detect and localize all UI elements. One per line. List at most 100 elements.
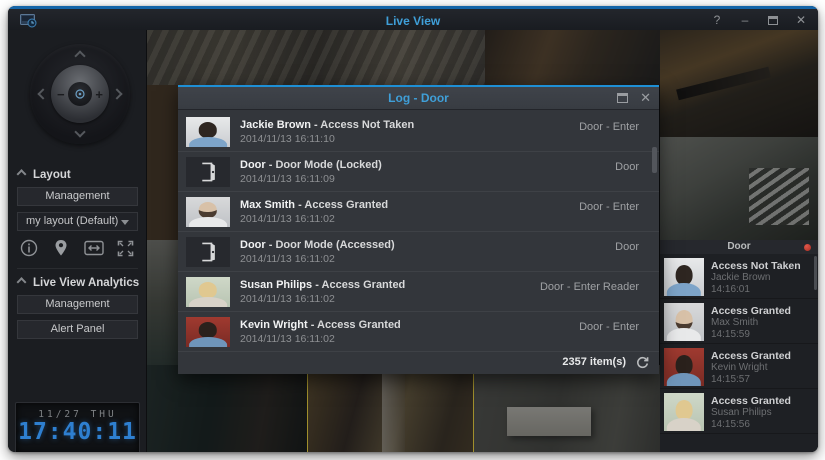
title-bar: Live View ? – ✕	[8, 6, 818, 30]
window-title: Live View	[8, 14, 818, 28]
log-location: Door	[615, 161, 639, 173]
layout-select-value: my layout (Default)	[26, 215, 118, 227]
door-thumb	[186, 237, 230, 267]
video-dim-overlay	[147, 240, 178, 365]
camera-tile-mall[interactable]	[147, 365, 307, 452]
log-name: Jackie Brown	[240, 119, 311, 131]
log-event: Door Mode (Locked)	[275, 159, 381, 171]
zoom-in-icon[interactable]: +	[95, 87, 103, 102]
close-button[interactable]: ✕	[794, 13, 808, 28]
location-pin-icon	[53, 239, 69, 257]
log-name: Door	[240, 239, 266, 251]
camera-tile-plaza[interactable]	[660, 137, 818, 240]
video-dim-overlay	[147, 30, 485, 85]
camera-tile-warehouse[interactable]	[474, 365, 660, 452]
digital-clock: 11/27 THU 17:40:11	[15, 402, 140, 452]
camera-tile-corridor[interactable]	[147, 85, 178, 240]
layout-management-button[interactable]: Management	[17, 187, 138, 206]
log-timestamp: 2014/11/13 16:11:10	[240, 132, 414, 146]
door-event-person: Susan Philips	[711, 407, 791, 419]
door-event-time: 14:16:01	[711, 284, 801, 296]
log-location: Door - Enter	[579, 321, 639, 333]
chevron-down-icon	[121, 220, 129, 225]
door-event-title: Access Granted	[711, 395, 791, 407]
record-dot-icon	[804, 244, 811, 251]
maximize-button[interactable]	[766, 13, 780, 28]
ptz-down-icon[interactable]	[74, 126, 85, 137]
dialog-title: Log - Door	[178, 87, 659, 109]
door-event-time: 14:15:56	[711, 419, 791, 431]
collapse-chevron-icon	[17, 169, 27, 179]
sequence-arrows-icon	[84, 240, 104, 256]
zoom-out-icon[interactable]: −	[57, 87, 65, 102]
door-event-item[interactable]: Access Granted Max Smith 14:15:59	[660, 299, 818, 344]
log-row[interactable]: Max Smith - Access Granted 2014/11/13 16…	[178, 192, 659, 232]
ptz-target-icon	[74, 88, 86, 100]
person-photo-thumb	[664, 348, 704, 386]
osd-info-button[interactable]	[17, 236, 41, 260]
door-event-time: 14:15:57	[711, 374, 791, 386]
person-photo-thumb	[664, 258, 704, 296]
door-event-title: Access Granted	[711, 305, 791, 317]
door-event-title: Access Not Taken	[711, 260, 801, 272]
map-location-button[interactable]	[49, 236, 73, 260]
minimize-button[interactable]: –	[738, 13, 752, 28]
ptz-control-pad[interactable]: − +	[30, 44, 130, 144]
sidebar-divider	[17, 268, 138, 269]
fullscreen-button[interactable]	[114, 236, 138, 260]
dialog-maximize-icon[interactable]	[617, 93, 628, 103]
log-row[interactable]: Door - Door Mode (Accessed) 2014/11/13 1…	[178, 232, 659, 272]
ptz-home-button[interactable]	[68, 82, 92, 106]
refresh-icon[interactable]	[636, 356, 649, 369]
log-event: Access Not Taken	[320, 119, 414, 131]
dialog-header[interactable]: Log - Door ✕	[178, 87, 659, 110]
layout-section-header[interactable]: Layout	[18, 169, 71, 181]
ptz-right-icon[interactable]	[111, 88, 122, 99]
person-photo-thumb	[186, 277, 230, 307]
sequence-button[interactable]	[82, 236, 106, 260]
clock-time: 17:40:11	[16, 420, 139, 444]
dialog-close-icon[interactable]: ✕	[640, 91, 651, 104]
log-timestamp: 2014/11/13 16:11:02	[240, 292, 405, 306]
log-separator: -	[308, 319, 317, 331]
log-row[interactable]: Susan Philips - Access Granted 2014/11/1…	[178, 272, 659, 312]
analytics-management-button[interactable]: Management	[17, 295, 138, 314]
log-event: Access Granted	[317, 319, 401, 331]
analytics-section-header[interactable]: Live View Analytics	[18, 277, 139, 289]
help-button[interactable]: ?	[710, 13, 724, 28]
camera-tile-entrance[interactable]	[147, 240, 178, 365]
door-panel-scrollbar[interactable]	[814, 256, 817, 290]
log-event: Access Granted	[322, 279, 406, 291]
log-row[interactable]: Jackie Brown - Access Not Taken 2014/11/…	[178, 112, 659, 152]
log-scrollbar[interactable]	[652, 147, 657, 173]
camera-tile-escalator[interactable]	[660, 30, 818, 137]
log-timestamp: 2014/11/13 16:11:02	[240, 212, 388, 226]
ptz-up-icon[interactable]	[74, 50, 85, 61]
person-photo-thumb	[186, 317, 230, 347]
door-icon	[200, 241, 216, 263]
log-timestamp: 2014/11/13 16:11:02	[240, 252, 395, 266]
log-row[interactable]: Door - Door Mode (Locked) 2014/11/13 16:…	[178, 152, 659, 192]
ptz-zoom-ring[interactable]: − +	[51, 65, 109, 123]
door-event-item[interactable]: Access Granted Susan Philips 14:15:56	[660, 389, 818, 434]
log-event: Access Granted	[304, 199, 388, 211]
alert-panel-button[interactable]: Alert Panel	[17, 320, 138, 339]
door-event-time: 14:15:59	[711, 329, 791, 341]
camera-tile-hotel-lobby-selected[interactable]	[307, 365, 474, 452]
video-dim-overlay	[147, 85, 178, 240]
layout-select[interactable]: my layout (Default)	[17, 212, 138, 231]
camera-tile-lobby-stairs[interactable]	[485, 30, 660, 85]
log-separator: -	[312, 279, 321, 291]
log-row[interactable]: Kevin Wright - Access Granted 2014/11/13…	[178, 312, 659, 352]
door-panel-header[interactable]: Door	[660, 240, 818, 254]
person-photo-thumb	[186, 197, 230, 227]
door-event-item[interactable]: Access Granted Kevin Wright 14:15:57	[660, 344, 818, 389]
person-photo-thumb	[664, 393, 704, 431]
camera-tile-atrium-ceiling[interactable]	[147, 30, 485, 85]
collapse-chevron-icon	[17, 277, 27, 287]
log-location: Door	[615, 241, 639, 253]
app-window: Live View ? – ✕ − +	[8, 6, 818, 452]
log-list: Jackie Brown - Access Not Taken 2014/11/…	[178, 112, 659, 352]
door-event-item[interactable]: Access Not Taken Jackie Brown 14:16:01	[660, 254, 818, 299]
ptz-left-icon[interactable]	[37, 88, 48, 99]
